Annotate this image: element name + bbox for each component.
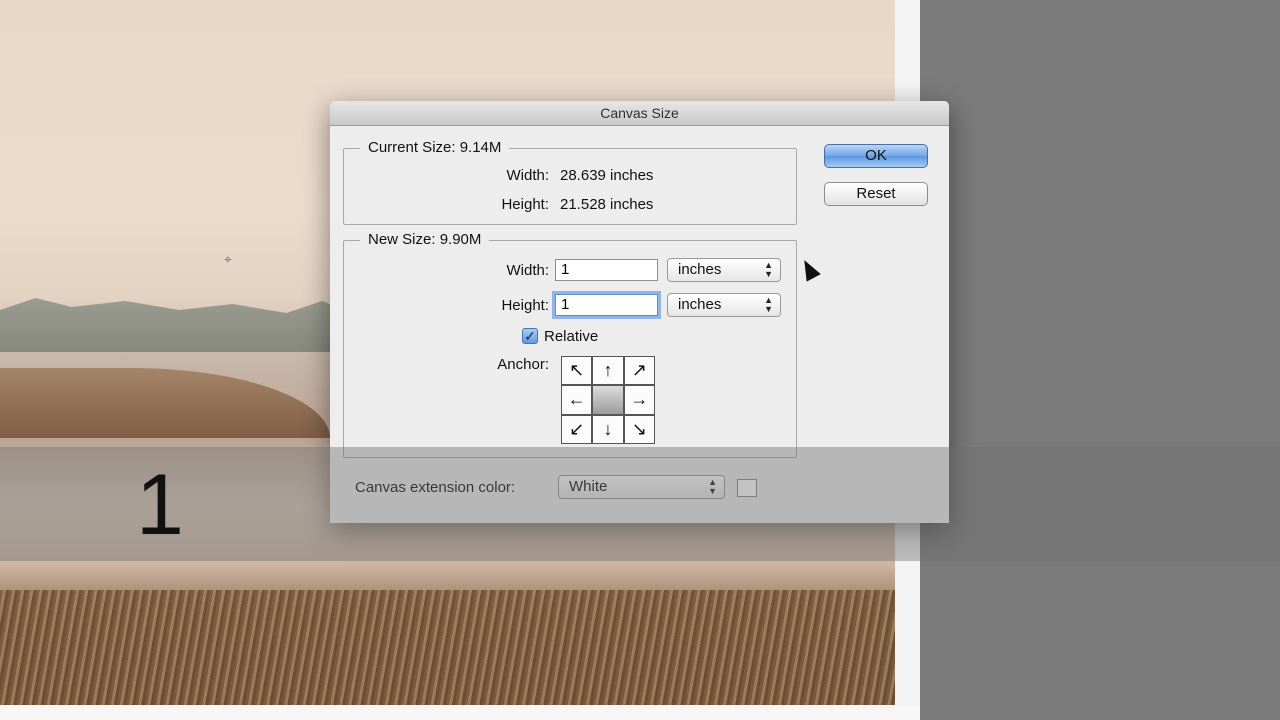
anchor-grid: ↖ ↑ ↗ ← → ↙ ↓ ↘ [561, 356, 655, 444]
current-height-label: Height: [501, 196, 549, 213]
height-unit-select[interactable]: inches ▲ ▼ [667, 293, 781, 317]
new-size-legend: New Size: 9.90M [360, 231, 490, 248]
crosshair-cursor-icon: ⌖ [224, 251, 232, 267]
width-unit-value: inches [678, 261, 722, 278]
current-width-value: 28.639 inches [560, 167, 654, 184]
reset-button[interactable]: Reset [824, 182, 928, 206]
new-width-input[interactable] [555, 259, 658, 281]
canvas-border-bottom [0, 705, 920, 720]
anchor-bottom-left[interactable]: ↙ [562, 415, 592, 443]
anchor-left[interactable]: ← [562, 386, 592, 414]
video-overlay-band [0, 447, 1280, 561]
anchor-top[interactable]: ↑ [593, 357, 623, 385]
current-width-label: Width: [506, 167, 549, 184]
anchor-center[interactable] [593, 386, 623, 414]
dialog-title[interactable]: Canvas Size [330, 101, 949, 126]
relative-label[interactable]: Relative [544, 328, 598, 345]
anchor-bottom[interactable]: ↓ [593, 415, 623, 443]
anchor-label: Anchor: [497, 356, 549, 373]
photo-reed-island [0, 368, 330, 438]
new-height-input[interactable] [555, 294, 658, 316]
height-unit-value: inches [678, 296, 722, 313]
photo-reeds-foreground [0, 590, 895, 705]
current-height-value: 21.528 inches [560, 196, 654, 213]
width-unit-select[interactable]: inches ▲ ▼ [667, 258, 781, 282]
overlay-step-number: 1 [136, 457, 184, 553]
anchor-right[interactable]: → [624, 386, 654, 414]
updown-chevron-icon: ▲ ▼ [764, 295, 773, 314]
workspace-background [920, 0, 1280, 720]
anchor-bottom-right[interactable]: ↘ [624, 415, 654, 443]
relative-checkbox[interactable]: ✓ [522, 328, 538, 344]
anchor-top-left[interactable]: ↖ [562, 357, 592, 385]
ok-button[interactable]: OK [824, 144, 928, 168]
current-size-group: Current Size: 9.14M Width: 28.639 inches… [343, 139, 797, 225]
new-width-label: Width: [506, 262, 549, 279]
updown-chevron-icon: ▲ ▼ [764, 260, 773, 279]
new-height-label: Height: [501, 297, 549, 314]
anchor-top-right[interactable]: ↗ [624, 357, 654, 385]
current-size-legend: Current Size: 9.14M [360, 139, 510, 156]
